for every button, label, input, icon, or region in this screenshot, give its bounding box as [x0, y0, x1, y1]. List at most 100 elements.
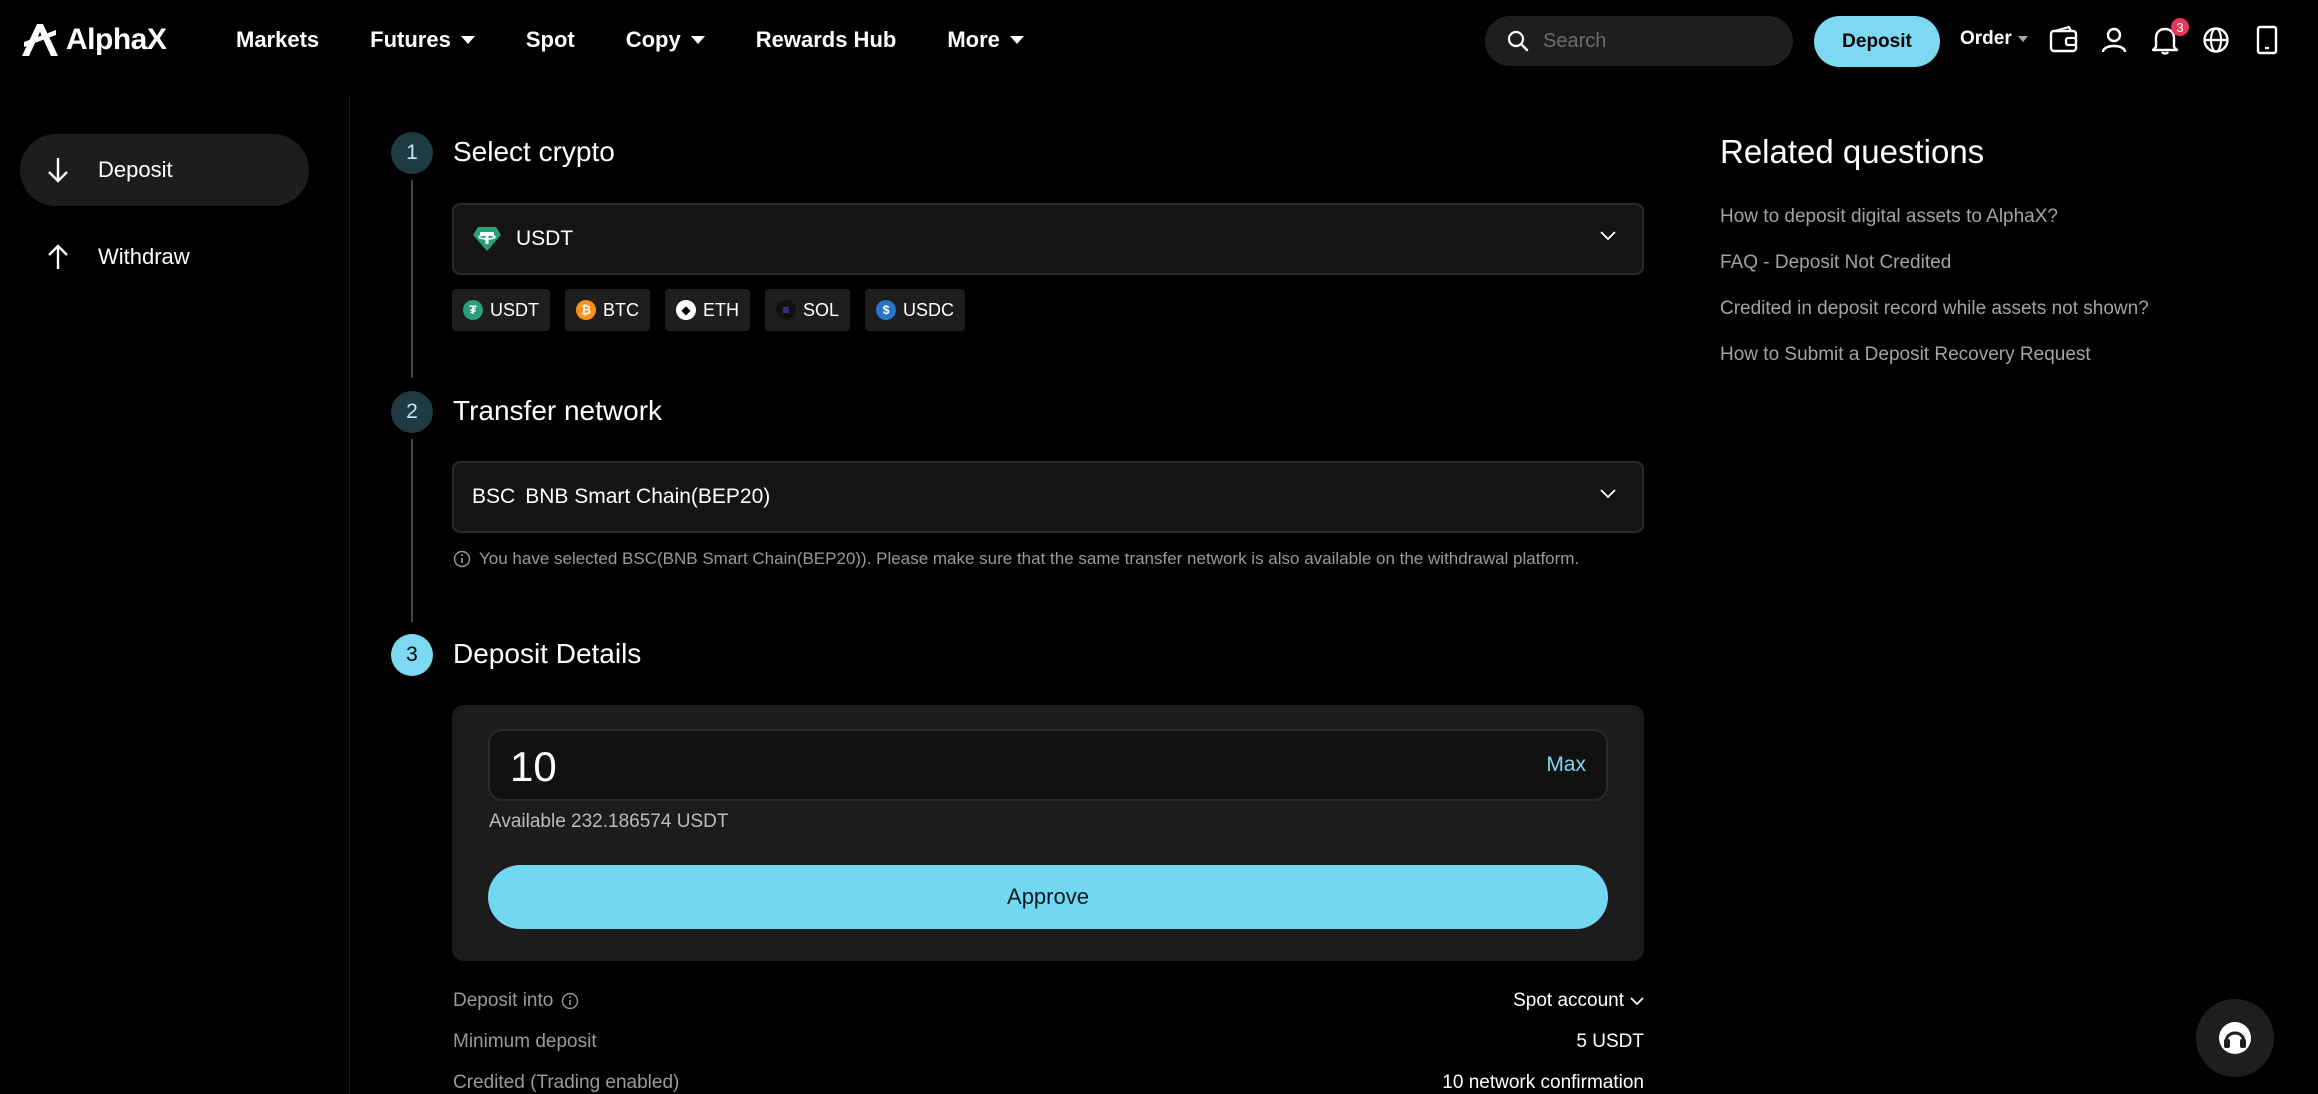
- related-questions-title: Related questions: [1720, 133, 1985, 170]
- nav-markets[interactable]: Markets: [236, 27, 319, 53]
- nav-label: Rewards Hub: [755, 27, 897, 52]
- info-row-credited: Credited (Trading enabled) 10 network co…: [453, 1072, 1644, 1094]
- usdc-icon: $: [876, 300, 897, 320]
- search-bar[interactable]: [1485, 16, 1793, 66]
- chevron-down-icon: [1600, 231, 1616, 241]
- step-2-number: 2: [391, 391, 433, 433]
- usdt-icon: [473, 227, 501, 251]
- usdt-icon: ₮: [463, 300, 483, 320]
- caret-down-icon: [690, 36, 705, 44]
- amount-field[interactable]: Max: [488, 729, 1608, 801]
- network-code: BSC: [472, 485, 516, 508]
- main-nav: Markets Futures Spot Copy Rewards Hub Mo…: [236, 0, 1075, 80]
- support-chat-button[interactable]: [2196, 999, 2274, 1077]
- nav-label: More: [947, 27, 1000, 52]
- network-note-text: You have selected BSC(BNB Smart Chain(BE…: [479, 549, 1580, 568]
- related-link[interactable]: Credited in deposit record while assets …: [1720, 298, 2149, 320]
- sidebar: Deposit Withdraw: [0, 95, 350, 1094]
- globe-icon[interactable]: [2200, 24, 2232, 56]
- chip-usdc[interactable]: $ USDC: [865, 289, 966, 331]
- step-1-title: Select crypto: [453, 136, 615, 167]
- sidebar-item-label: Deposit: [98, 157, 173, 182]
- chip-label: SOL: [803, 299, 840, 320]
- chat-support-icon: [2219, 1022, 2251, 1054]
- info-row-minimum-deposit: Minimum deposit 5 USDT: [453, 1031, 1644, 1053]
- alphax-logo-icon: [22, 24, 58, 56]
- chip-sol[interactable]: ≡ SOL: [765, 289, 851, 331]
- info-value: 10 network confirmation: [1442, 1072, 1644, 1093]
- network-name: BNB Smart Chain(BEP20): [525, 485, 771, 508]
- network-note: You have selected BSC(BNB Smart Chain(BE…: [453, 549, 1579, 569]
- chevron-down-icon: [1600, 489, 1616, 499]
- related-link[interactable]: FAQ - Deposit Not Credited: [1720, 252, 1951, 274]
- sol-icon: ≡: [776, 300, 796, 320]
- info-label: Deposit into: [453, 990, 579, 1012]
- info-label-text: Deposit into: [453, 990, 554, 1011]
- nav-label: Markets: [236, 27, 320, 52]
- amount-input[interactable]: [510, 743, 1410, 791]
- sidebar-item-label: Withdraw: [98, 244, 190, 269]
- search-input[interactable]: [1543, 29, 1763, 53]
- chevron-down-icon: [1630, 996, 1644, 1005]
- btc-icon: ₿: [576, 300, 596, 320]
- notification-badge: 3: [2171, 18, 2189, 36]
- related-link[interactable]: How to deposit digital assets to AlphaX?: [1720, 206, 2058, 228]
- sidebar-item-withdraw[interactable]: Withdraw: [20, 221, 309, 293]
- chip-btc[interactable]: ₿ BTC: [565, 289, 650, 331]
- related-link[interactable]: How to Submit a Deposit Recovery Request: [1720, 344, 2091, 366]
- available-balance: Available 232.186574 USDT: [489, 811, 729, 832]
- chip-label: BTC: [603, 299, 639, 320]
- info-icon: [453, 550, 471, 568]
- step-1-number: 1: [391, 132, 433, 174]
- brand-name: AlphaX: [66, 23, 167, 56]
- sidebar-item-deposit[interactable]: Deposit: [20, 134, 309, 206]
- network-select[interactable]: BSC BNB Smart Chain(BEP20): [452, 461, 1644, 533]
- nav-rewards-hub[interactable]: Rewards Hub: [756, 27, 897, 53]
- chip-eth[interactable]: ◆ ETH: [665, 289, 750, 331]
- nav-spot[interactable]: Spot: [526, 27, 575, 53]
- approve-button[interactable]: Approve: [488, 865, 1608, 929]
- info-label: Minimum deposit: [453, 1031, 597, 1052]
- user-icon[interactable]: [2098, 24, 2130, 56]
- selected-crypto: USDT: [516, 227, 574, 250]
- step-3-title: Deposit Details: [453, 638, 642, 669]
- brand-logo[interactable]: AlphaX: [20, 22, 167, 58]
- deposit-details-panel: Max Available 232.186574 USDT Approve: [452, 705, 1644, 961]
- nav-label: Spot: [525, 27, 575, 52]
- chip-label: USDC: [903, 299, 955, 320]
- header-deposit-button[interactable]: Deposit: [1814, 16, 1940, 67]
- caret-down-icon: [2017, 36, 2028, 42]
- info-label: Credited (Trading enabled): [453, 1072, 680, 1093]
- wallet-icon[interactable]: [2048, 24, 2080, 56]
- nav-futures[interactable]: Futures: [370, 27, 475, 53]
- step-connector: [411, 439, 413, 622]
- order-menu[interactable]: Order: [1960, 28, 2028, 50]
- bell-icon[interactable]: 3: [2149, 18, 2189, 56]
- top-header: AlphaX Markets Futures Spot Copy Rewards…: [0, 0, 2318, 80]
- step-2-title: Transfer network: [453, 395, 663, 426]
- chip-usdt[interactable]: ₮ USDT: [452, 289, 550, 331]
- info-value: Spot account: [1513, 990, 1624, 1011]
- caret-down-icon: [1009, 36, 1024, 44]
- step-3-number: 3: [391, 634, 433, 676]
- nav-label: Futures: [370, 27, 451, 52]
- nav-label: Copy: [625, 27, 681, 52]
- crypto-quick-picks: ₮ USDT ₿ BTC ◆ ETH ≡ SOL $ USDC: [452, 289, 966, 331]
- arrow-up-icon: [48, 244, 68, 269]
- search-icon: [1507, 30, 1529, 52]
- info-value: 5 USDT: [1576, 1031, 1644, 1052]
- arrow-down-icon: [48, 158, 68, 183]
- mobile-icon[interactable]: [2251, 24, 2283, 56]
- chip-label: ETH: [703, 299, 739, 320]
- eth-icon: ◆: [676, 300, 696, 320]
- step-connector: [411, 180, 413, 378]
- crypto-select[interactable]: USDT: [452, 203, 1644, 275]
- info-row-deposit-into: Deposit into Spot account: [453, 990, 1644, 1012]
- nav-more[interactable]: More: [947, 27, 1024, 53]
- info-icon[interactable]: [561, 992, 579, 1010]
- account-select[interactable]: Spot account: [1513, 990, 1644, 1012]
- caret-down-icon: [460, 36, 475, 44]
- nav-copy[interactable]: Copy: [626, 27, 705, 53]
- order-label: Order: [1960, 28, 2012, 49]
- max-button[interactable]: Max: [1546, 753, 1586, 777]
